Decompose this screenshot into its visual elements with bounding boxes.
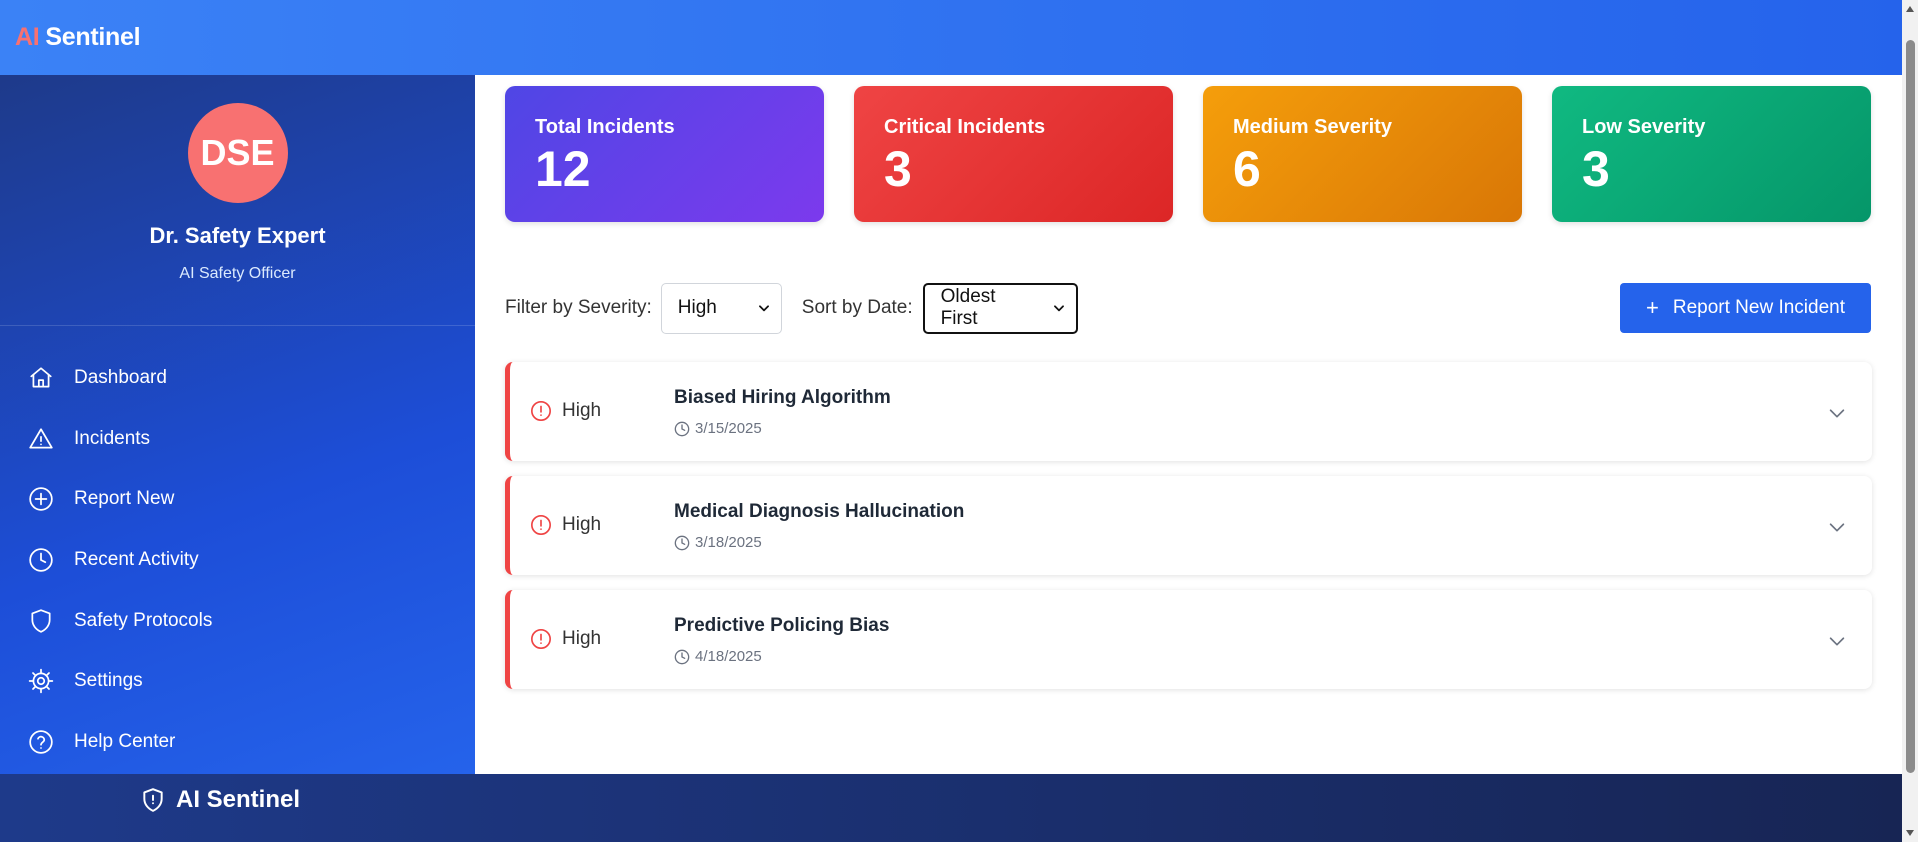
chevron-down-icon [1053, 305, 1064, 312]
chevron-down-icon[interactable] [1826, 402, 1848, 424]
incident-date-text: 4/18/2025 [695, 648, 762, 665]
logo-ai-text: AI [15, 23, 40, 51]
stat-card-low: Low Severity 3 [1552, 86, 1871, 222]
clock-icon [674, 535, 690, 550]
incident-card[interactable]: High Predictive Policing Bias 4/18/2025 [505, 590, 1872, 689]
clock-icon [674, 649, 690, 664]
scrollbar-thumb[interactable] [1906, 40, 1915, 773]
sidebar-item-dashboard[interactable]: Dashboard [0, 348, 475, 409]
stat-label: Low Severity [1582, 116, 1706, 138]
alert-circle-icon [531, 629, 551, 649]
severity-badge: High [530, 514, 601, 536]
chevron-down-icon [758, 305, 769, 312]
incident-date: 3/18/2025 [674, 534, 762, 551]
severity-filter-select[interactable]: High [660, 282, 782, 334]
stat-card-medium: Medium Severity 6 [1203, 86, 1522, 222]
sidebar-item-incidents[interactable]: Incidents [0, 409, 475, 470]
scroll-down-arrow[interactable] [1906, 830, 1914, 836]
stat-label: Total Incidents [535, 116, 675, 138]
sidebar-item-label: Settings [74, 670, 143, 692]
stat-label: Medium Severity [1233, 116, 1392, 138]
scroll-up-arrow[interactable] [1906, 6, 1914, 12]
main-content: Total Incidents 12 Critical Incidents 3 … [475, 75, 1902, 774]
sidebar-item-settings[interactable]: Settings [0, 651, 475, 712]
sidebar-item-label: Recent Activity [74, 549, 199, 571]
sidebar-item-label: Incidents [74, 427, 151, 449]
help-circle-icon [29, 730, 53, 754]
severity-filter-value: High [677, 297, 717, 318]
incident-date: 3/15/2025 [674, 420, 762, 437]
incident-list: High Biased Hiring Algorithm 3/15/2025 H… [505, 362, 1872, 704]
incident-date-text: 3/18/2025 [695, 534, 762, 551]
severity-label: High [562, 628, 602, 649]
severity-badge: High [530, 628, 601, 650]
plus-circle-icon [29, 487, 53, 512]
incident-date: 4/18/2025 [674, 648, 762, 665]
sidebar-item-safety-protocols[interactable]: Safety Protocols [0, 590, 475, 651]
filter-bar: Filter by Severity: High Sort by Date: O… [505, 282, 1871, 334]
sidebar-item-label: Safety Protocols [74, 609, 213, 631]
report-new-incident-button[interactable]: + Report New Incident [1620, 283, 1871, 333]
avatar[interactable]: DSE [187, 103, 288, 203]
top-header: AI Sentinel [0, 0, 1902, 75]
sidebar-item-label: Help Center [74, 730, 176, 752]
sidebar-item-label: Report New [74, 488, 175, 510]
sidebar-item-report-new[interactable]: Report New [0, 469, 475, 530]
plus-icon: + [1645, 295, 1659, 320]
chevron-down-icon[interactable] [1826, 516, 1848, 538]
clock-icon [29, 548, 53, 572]
gear-icon [28, 669, 54, 694]
app-logo[interactable]: AI Sentinel [15, 23, 141, 52]
sidebar-item-label: Dashboard [74, 367, 167, 389]
clock-icon [674, 421, 690, 436]
report-button-label: Report New Incident [1672, 297, 1845, 318]
footer-brand-text: AI Sentinel [176, 786, 301, 813]
incident-date-text: 3/15/2025 [695, 420, 762, 437]
sort-date-select[interactable]: Oldest First [922, 282, 1078, 334]
sort-date-label: Sort by Date: [801, 297, 913, 318]
footer-brand: AI Sentinel [140, 786, 300, 814]
sort-date-value: Oldest First [940, 286, 996, 329]
severity-filter-label: Filter by Severity: [505, 297, 652, 318]
alert-circle-icon [531, 515, 551, 535]
stat-card-total: Total Incidents 12 [505, 86, 824, 222]
footer: AI Sentinel [0, 774, 1902, 842]
incident-title: Biased Hiring Algorithm [674, 387, 891, 408]
page: AI Sentinel DSE Dr. Safety Expert AI Safe… [0, 0, 1918, 842]
shield-icon [31, 608, 51, 633]
sidebar: DSE Dr. Safety Expert AI Safety Officer … [0, 75, 475, 774]
stat-value: 3 [884, 141, 912, 197]
stat-value: 3 [1582, 141, 1610, 197]
shield-alert-icon [143, 788, 163, 812]
severity-label: High [562, 400, 602, 421]
incident-card[interactable]: High Biased Hiring Algorithm 3/15/2025 [505, 362, 1872, 461]
profile-section: DSE Dr. Safety Expert AI Safety Officer [0, 75, 475, 326]
profile-name: Dr. Safety Expert [149, 223, 326, 248]
incident-title: Predictive Policing Bias [674, 615, 890, 636]
incident-card[interactable]: High Medical Diagnosis Hallucination 3/1… [505, 476, 1872, 575]
chevron-down-icon[interactable] [1826, 630, 1848, 652]
home-icon [30, 367, 52, 388]
stat-card-critical: Critical Incidents 3 [854, 86, 1173, 222]
incident-title: Medical Diagnosis Hallucination [674, 501, 965, 522]
sidebar-item-recent-activity[interactable]: Recent Activity [0, 530, 475, 591]
logo-name-text: Sentinel [45, 23, 141, 51]
alert-circle-icon [531, 401, 551, 421]
severity-badge: High [530, 400, 601, 422]
sidebar-nav: Dashboard Incidents Report New Recent Ac… [0, 326, 475, 772]
stats-row: Total Incidents 12 Critical Incidents 3 … [505, 86, 1871, 222]
warning-icon [29, 428, 53, 449]
stat-value: 12 [535, 141, 591, 197]
page-scrollbar[interactable] [1902, 0, 1918, 842]
stat-value: 6 [1233, 141, 1261, 197]
sidebar-item-help-center[interactable]: Help Center [0, 712, 475, 773]
severity-label: High [562, 514, 602, 535]
profile-role: AI Safety Officer [179, 265, 296, 282]
stat-label: Critical Incidents [884, 116, 1046, 138]
